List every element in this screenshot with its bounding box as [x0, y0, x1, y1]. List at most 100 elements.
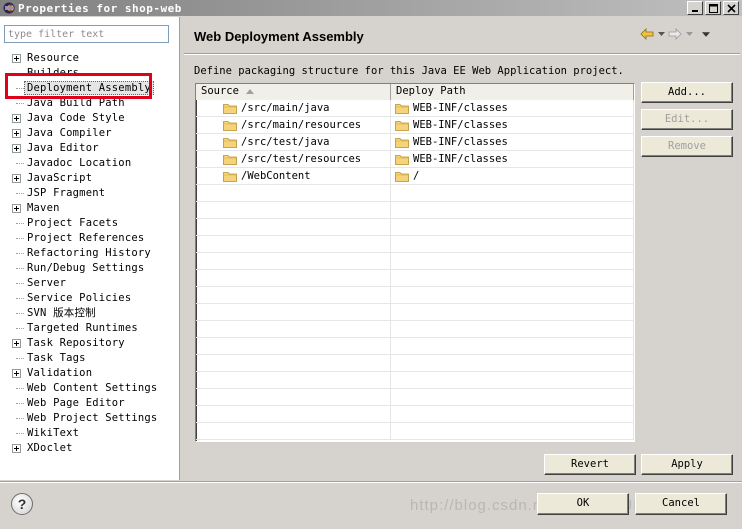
source-cell — [196, 338, 391, 354]
table-row[interactable] — [196, 236, 634, 253]
table-row[interactable] — [196, 304, 634, 321]
deploy-path-cell: WEB-INF/classes — [391, 134, 634, 150]
source-path: /src/test/java — [241, 136, 330, 148]
tree-item[interactable]: Maven — [0, 201, 180, 216]
tree-item-label: WikiText — [27, 427, 80, 439]
tree-item[interactable]: Deployment Assembly — [0, 81, 180, 96]
view-menu-icon[interactable] — [702, 27, 710, 41]
source-path: /WebContent — [241, 170, 311, 182]
expand-plus-icon[interactable] — [12, 144, 21, 153]
maximize-button[interactable] — [705, 1, 721, 15]
tree-item[interactable]: JSP Fragment — [0, 186, 180, 201]
table-row[interactable] — [196, 321, 634, 338]
table-row[interactable] — [196, 406, 634, 423]
tree-connector-line — [16, 388, 24, 389]
header-separator — [184, 53, 740, 55]
apply-button[interactable]: Apply — [641, 454, 733, 475]
tree-item-label: JavaScript — [27, 172, 93, 184]
tree-item[interactable]: Server — [0, 276, 180, 291]
table-row[interactable] — [196, 270, 634, 287]
tree-item[interactable]: Refactoring History — [0, 246, 180, 261]
back-dropdown-icon[interactable] — [657, 27, 665, 41]
deploy-path: WEB-INF/classes — [413, 102, 508, 114]
table-row[interactable] — [196, 202, 634, 219]
tree-item-label: Service Policies — [27, 292, 132, 304]
table-row[interactable]: /src/test/java WEB-INF/classes — [196, 134, 634, 151]
table-row[interactable]: /src/main/resources WEB-INF/classes — [196, 117, 634, 134]
tree-item[interactable]: Java Build Path — [0, 96, 180, 111]
edit-button[interactable]: Edit... — [641, 109, 733, 130]
folder-icon — [223, 103, 237, 114]
column-header-source-label: Source — [201, 85, 239, 97]
tree-item-label: Java Code Style — [27, 112, 125, 124]
deployment-assembly-table[interactable]: Source Deploy Path /src/main/java WEB-INF… — [195, 83, 635, 442]
tree-item[interactable]: JavaScript — [0, 171, 180, 186]
tree-item[interactable]: SVN 版本控制 — [0, 306, 180, 321]
expand-plus-icon[interactable] — [12, 114, 21, 123]
table-row[interactable] — [196, 389, 634, 406]
table-row[interactable] — [196, 253, 634, 270]
expand-plus-icon[interactable] — [12, 204, 21, 213]
deploy-path-cell — [391, 236, 634, 252]
revert-button[interactable]: Revert — [544, 454, 636, 475]
tree-item[interactable]: Web Project Settings — [0, 411, 180, 426]
tree-item[interactable]: Project References — [0, 231, 180, 246]
tree-item[interactable]: Builders — [0, 66, 180, 81]
column-header-deploy-path-label: Deploy Path — [396, 85, 466, 97]
table-row[interactable]: /WebContent / — [196, 168, 634, 185]
tree-item[interactable]: Run/Debug Settings — [0, 261, 180, 276]
tree-item[interactable]: Targeted Runtimes — [0, 321, 180, 336]
tree-item-label: Targeted Runtimes — [27, 322, 138, 334]
tree-item[interactable]: Javadoc Location — [0, 156, 180, 171]
expand-plus-icon[interactable] — [12, 444, 21, 453]
expand-plus-icon[interactable] — [12, 54, 21, 63]
forward-dropdown-icon[interactable] — [685, 27, 693, 41]
tree-item[interactable]: Java Editor — [0, 141, 180, 156]
tree-item-label: Project References — [27, 232, 145, 244]
cancel-button[interactable]: Cancel — [635, 493, 727, 515]
expand-plus-icon[interactable] — [12, 174, 21, 183]
table-row[interactable] — [196, 185, 634, 202]
table-row[interactable] — [196, 219, 634, 236]
tree-item[interactable]: Task Repository — [0, 336, 180, 351]
tree-connector-line — [16, 268, 24, 269]
footer-separator — [0, 481, 742, 483]
tree-item[interactable]: Java Compiler — [0, 126, 180, 141]
filter-input[interactable] — [4, 25, 169, 43]
expand-plus-icon[interactable] — [12, 339, 21, 348]
add-button[interactable]: Add... — [641, 82, 733, 103]
ok-button[interactable]: OK — [537, 493, 629, 515]
expand-plus-icon[interactable] — [12, 369, 21, 378]
table-row[interactable] — [196, 372, 634, 389]
table-row[interactable] — [196, 338, 634, 355]
source-cell — [196, 236, 391, 252]
help-icon[interactable]: ? — [11, 493, 33, 515]
close-button[interactable] — [723, 1, 739, 15]
tree-item[interactable]: Task Tags — [0, 351, 180, 366]
table-row[interactable]: /src/main/java WEB-INF/classes — [196, 100, 634, 117]
column-header-deploy-path[interactable]: Deploy Path — [391, 84, 634, 100]
remove-button[interactable]: Remove — [641, 136, 733, 157]
tree-connector-line — [16, 103, 24, 104]
tree-item[interactable]: Resource — [0, 51, 180, 66]
forward-arrow-icon[interactable] — [668, 27, 682, 41]
tree-item[interactable]: Validation — [0, 366, 180, 381]
tree-item-label: Resource — [27, 52, 80, 64]
tree-item[interactable]: Java Code Style — [0, 111, 180, 126]
tree-item[interactable]: Web Content Settings — [0, 381, 180, 396]
tree-item[interactable]: Web Page Editor — [0, 396, 180, 411]
window-title-bar[interactable]: Properties for shop-web — [0, 0, 742, 16]
table-row[interactable] — [196, 423, 634, 440]
back-arrow-icon[interactable] — [640, 27, 654, 41]
minimize-button[interactable] — [687, 1, 703, 15]
tree-item[interactable]: Service Policies — [0, 291, 180, 306]
tree-item[interactable]: WikiText — [0, 426, 180, 441]
table-row[interactable] — [196, 355, 634, 372]
column-header-source[interactable]: Source — [196, 84, 391, 100]
tree-item[interactable]: Project Facets — [0, 216, 180, 231]
tree-item[interactable]: XDoclet — [0, 441, 180, 456]
table-row[interactable] — [196, 287, 634, 304]
table-row[interactable]: /src/test/resources WEB-INF/classes — [196, 151, 634, 168]
expand-plus-icon[interactable] — [12, 129, 21, 138]
source-cell — [196, 287, 391, 303]
